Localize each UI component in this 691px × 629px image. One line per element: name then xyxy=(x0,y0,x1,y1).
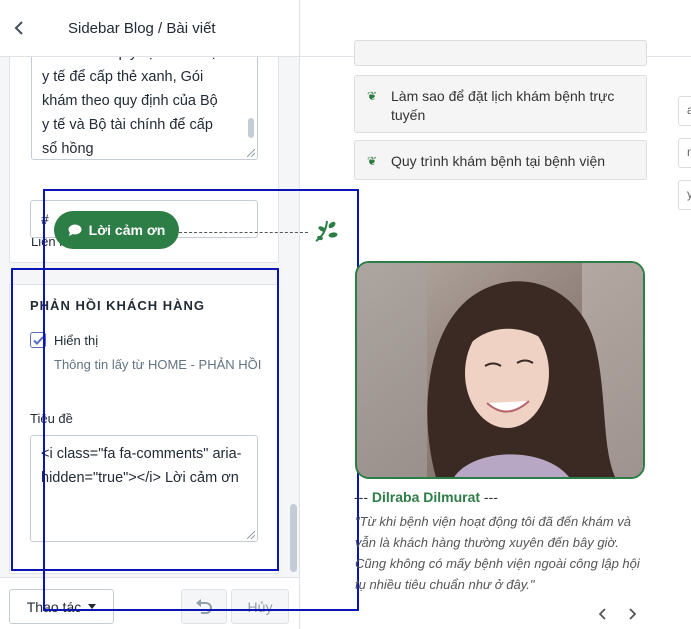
content-textarea-text: khám theo quy định của Bộ y tế để cấp th… xyxy=(42,57,247,159)
testimonial-title-badge: Lời cảm ơn xyxy=(54,211,179,249)
customer-name: Dilraba Dilmurat xyxy=(371,489,481,505)
textarea-scrollbar[interactable] xyxy=(247,57,255,158)
textarea-line: y tế và Bộ tài chính để cấp xyxy=(42,117,213,133)
side-stub: y xyxy=(678,180,691,210)
back-button[interactable] xyxy=(0,0,38,57)
side-stub: n xyxy=(678,138,691,168)
comments-icon xyxy=(68,224,82,236)
chevron-left-icon xyxy=(14,21,23,35)
prev-button[interactable] xyxy=(588,599,617,629)
highlight-box-preview xyxy=(43,189,359,611)
customer-photo xyxy=(355,261,645,479)
leaf-icon: ❦ xyxy=(367,154,378,168)
preview-link-text: Quy trình khám bệnh tại bệnh viện xyxy=(391,153,606,169)
name-prefix: --- xyxy=(354,489,368,505)
carousel-nav xyxy=(588,599,646,629)
customer-name-line: --- Dilraba Dilmurat --- xyxy=(354,489,498,505)
name-suffix: --- xyxy=(483,489,498,505)
resize-handle-icon[interactable] xyxy=(247,149,255,157)
textarea-line: khám theo quy định của Bộ xyxy=(42,93,218,109)
preview-link-text: Làm sao để đặt lịch khám bệnh trực tuyến xyxy=(391,88,615,123)
next-button[interactable] xyxy=(617,599,646,629)
preview-link-partial[interactable] xyxy=(354,40,647,66)
title-divider xyxy=(179,232,308,233)
textarea-line: sổ hồng xyxy=(42,141,94,157)
textarea-line: y tế để cấp thẻ xanh, Gói xyxy=(42,69,204,85)
leaf-ornament-icon xyxy=(315,220,338,242)
leaf-icon: ❦ xyxy=(367,89,378,103)
page-title: Sidebar Blog / Bài viết xyxy=(68,19,216,37)
preview-link-item[interactable]: ❦ Quy trình khám bệnh tại bệnh viện xyxy=(354,140,647,180)
preview-link-item[interactable]: ❦ Làm sao để đặt lịch khám bệnh trực tuy… xyxy=(354,75,647,133)
testimonial-title: Lời cảm ơn xyxy=(88,222,166,238)
content-textarea[interactable]: khám theo quy định của Bộ y tế để cấp th… xyxy=(31,57,258,160)
customer-quote: "Từ khi bệnh viện hoạt động tôi đã đến k… xyxy=(355,514,640,592)
customer-portrait xyxy=(357,263,643,477)
chevron-left-icon xyxy=(598,608,606,620)
chevron-right-icon xyxy=(628,608,636,620)
panel-header: Sidebar Blog / Bài viết xyxy=(0,0,299,57)
textarea-line: khám theo quy định của Bộ xyxy=(42,57,247,65)
side-stub: a xyxy=(678,96,691,126)
